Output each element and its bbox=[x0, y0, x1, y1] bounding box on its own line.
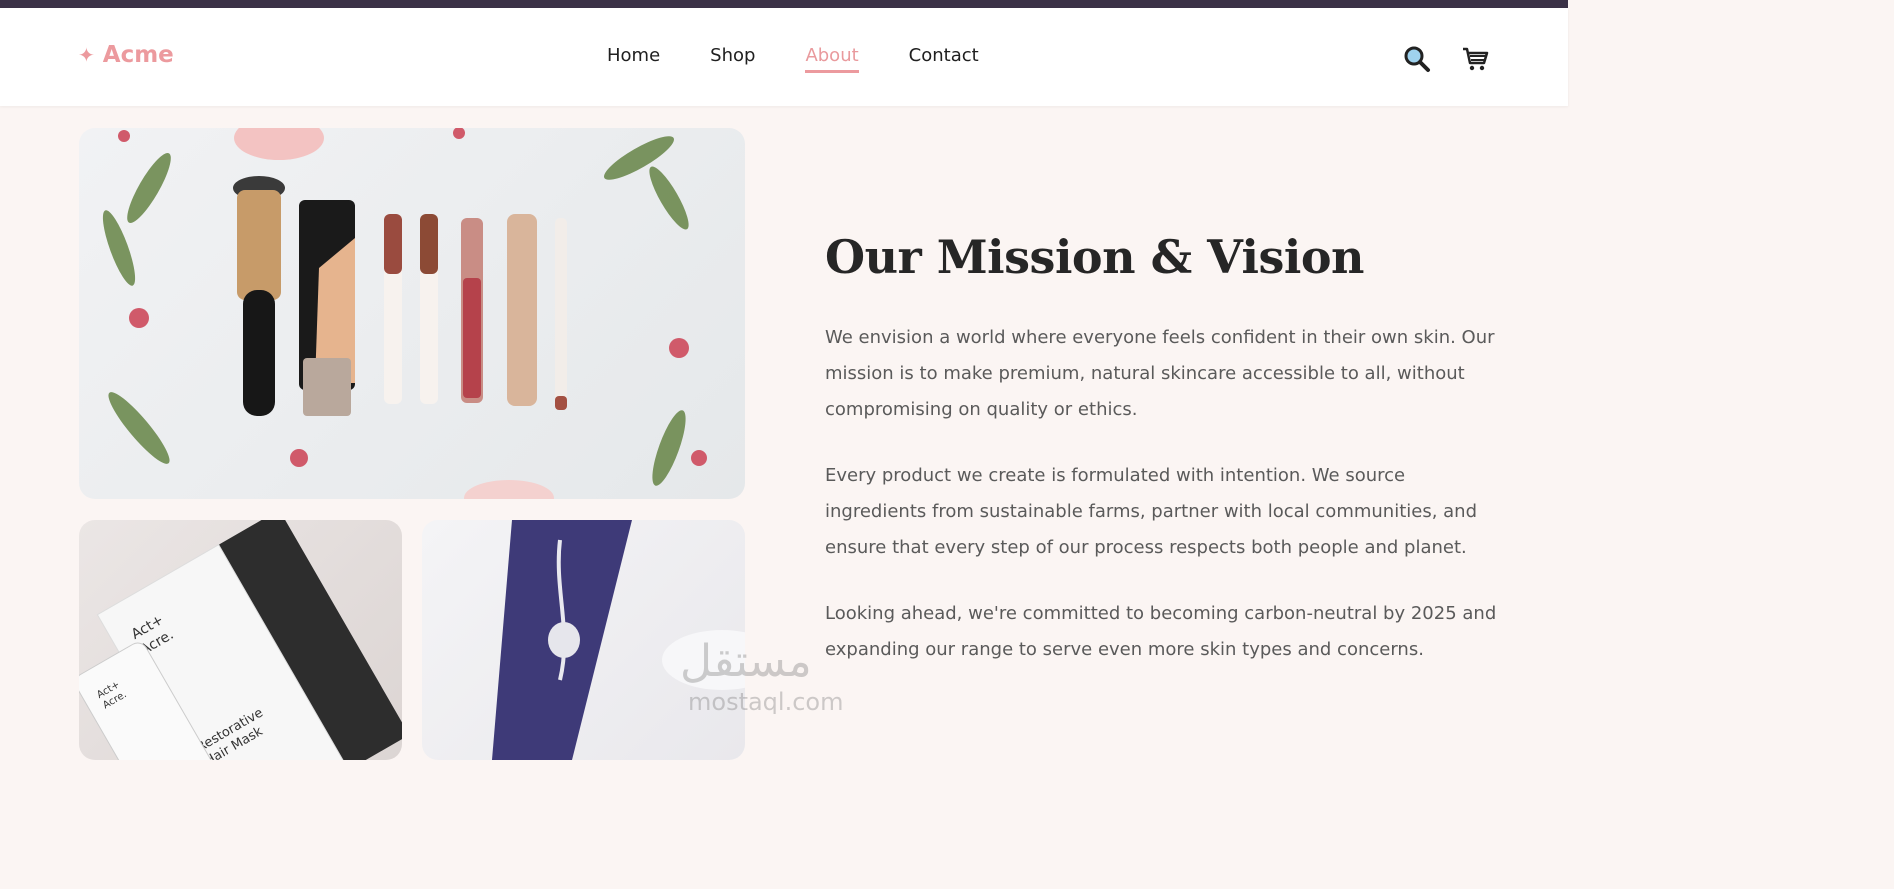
sparkle-icon: ✦ bbox=[78, 43, 95, 67]
nav-home[interactable]: Home bbox=[607, 45, 660, 71]
watermark-arabic: مستقل bbox=[680, 636, 812, 687]
top-accent-bar bbox=[0, 0, 1568, 8]
makeup-flatlay-image bbox=[79, 128, 745, 499]
hair-mask-product-image: Act+ Acre. Restorative Hair Mask Act+ Ac… bbox=[79, 520, 402, 760]
main-nav: Home Shop About Contact bbox=[607, 45, 979, 73]
nav-contact[interactable]: Contact bbox=[909, 45, 979, 71]
mission-paragraph-3: Looking ahead, we're committed to becomi… bbox=[825, 603, 1497, 660]
nav-shop[interactable]: Shop bbox=[710, 45, 755, 71]
mission-paragraph-1: We envision a world where everyone feels… bbox=[825, 327, 1495, 420]
cart-icon[interactable] bbox=[1460, 44, 1490, 74]
mission-title: Our Mission & Vision bbox=[825, 230, 1364, 284]
brand-logo[interactable]: ✦ Acme bbox=[78, 42, 174, 68]
nav-about[interactable]: About bbox=[805, 45, 859, 73]
brand-name: Acme bbox=[102, 42, 174, 68]
search-icon[interactable] bbox=[1402, 44, 1432, 74]
mission-paragraph-2: Every product we create is formulated wi… bbox=[825, 465, 1478, 558]
watermark-latin: mostaql.com bbox=[688, 688, 843, 714]
mission-section: Our Mission & Vision We envision a world… bbox=[825, 230, 1505, 698]
site-header: ✦ Acme Home Shop About Contact bbox=[0, 8, 1568, 106]
header-icons bbox=[1402, 44, 1490, 74]
watermark: مستقل mostaql.com bbox=[668, 628, 882, 716]
